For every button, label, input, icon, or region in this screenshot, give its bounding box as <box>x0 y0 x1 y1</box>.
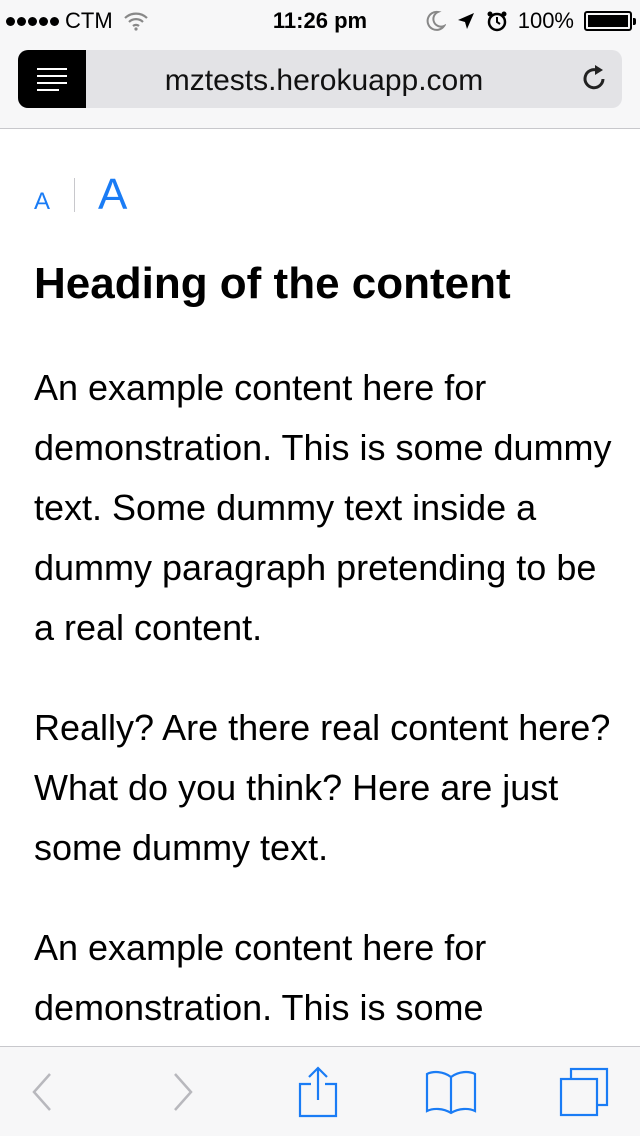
forward-button[interactable] <box>155 1067 211 1117</box>
font-size-controls: A A <box>34 170 154 220</box>
status-right: 100% <box>426 8 636 34</box>
share-icon <box>298 1066 338 1118</box>
content-heading: Heading of the content <box>34 259 511 308</box>
reload-icon[interactable] <box>580 64 610 94</box>
font-size-divider <box>74 178 75 212</box>
share-button[interactable] <box>290 1066 346 1118</box>
tabs-icon <box>559 1067 609 1117</box>
tabs-button[interactable] <box>556 1067 612 1117</box>
back-button[interactable] <box>14 1067 70 1117</box>
do-not-disturb-moon-icon <box>426 10 446 31</box>
url-text[interactable]: mztests.herokuapp.com <box>86 64 562 98</box>
bookmarks-icon <box>425 1070 477 1115</box>
paragraph: An example content here for demonstratio… <box>34 927 487 1028</box>
navigation-bar: mztests.herokuapp.com <box>0 40 640 129</box>
address-bar[interactable]: mztests.herokuapp.com <box>18 50 622 108</box>
bottom-toolbar <box>0 1046 640 1136</box>
forward-icon <box>174 1073 193 1111</box>
location-arrow-icon <box>457 13 474 29</box>
status-bar: CTM 11:26 pm 100% <box>0 0 640 40</box>
battery-fill <box>588 15 628 27</box>
battery-icon <box>584 11 636 31</box>
alarm-clock-icon <box>487 11 507 32</box>
back-icon <box>32 1073 51 1111</box>
reader-mode-icon <box>37 67 67 70</box>
reader-mode-button[interactable] <box>18 50 86 108</box>
decrease-font-size-button[interactable]: A <box>34 188 50 216</box>
paragraph: An example content here for demonstratio… <box>34 367 612 648</box>
increase-font-size-button[interactable]: A <box>98 170 127 220</box>
bookmarks-button[interactable] <box>423 1067 479 1117</box>
paragraph: Really? Are there real content here? Wha… <box>34 707 611 868</box>
battery-percent: 100% <box>517 8 574 33</box>
